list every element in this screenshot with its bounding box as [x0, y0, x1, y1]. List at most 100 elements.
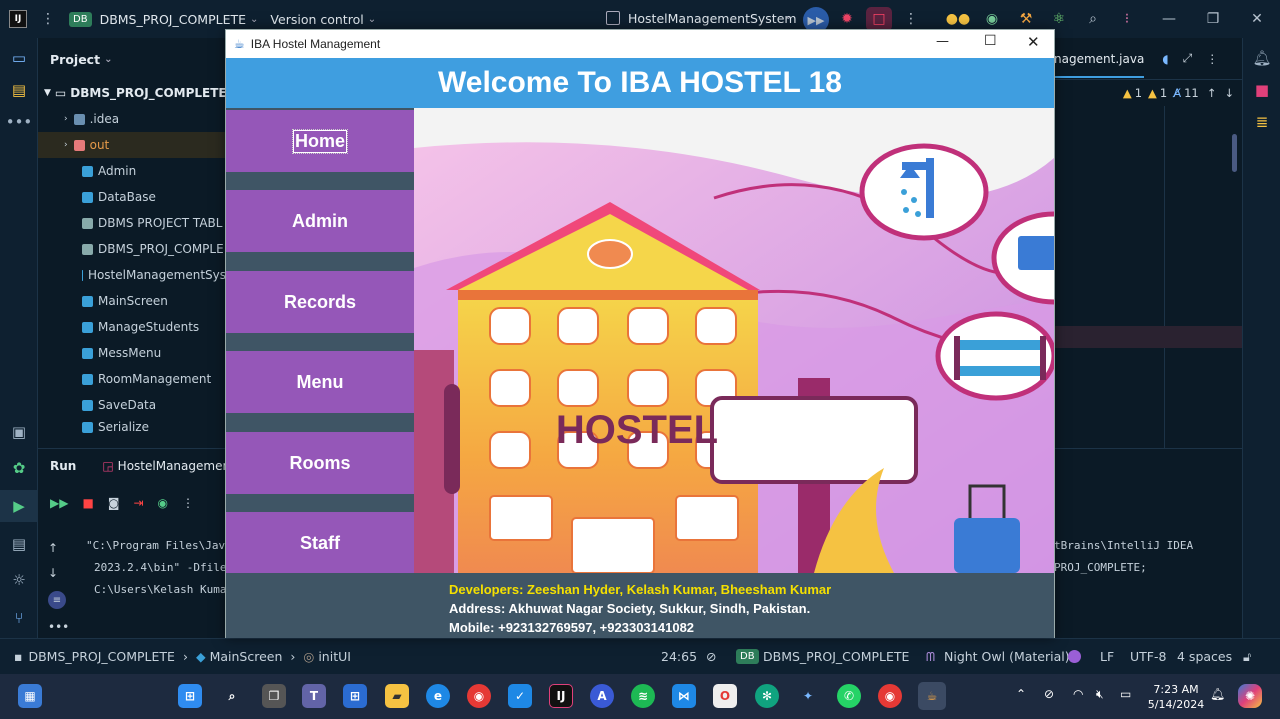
chrome-icon[interactable]: ◉: [467, 684, 491, 708]
battery-icon[interactable]: ▭: [1120, 687, 1131, 701]
more-icon[interactable]: ⋮: [1206, 52, 1218, 66]
weak-warning-icon[interactable]: ▲: [1148, 86, 1157, 100]
stop-icon[interactable]: ■: [82, 496, 93, 510]
chrome-icon[interactable]: ◉: [878, 684, 902, 708]
users-icon[interactable]: ●●: [946, 8, 970, 30]
structure-icon[interactable]: ▤: [0, 74, 38, 106]
nav-button-records[interactable]: Records: [226, 271, 414, 333]
app-store-icon[interactable]: A: [590, 684, 614, 708]
tab-options-icon[interactable]: ◖: [1162, 52, 1168, 66]
chevron-down-icon[interactable]: ⌄: [250, 14, 258, 25]
gear-icon[interactable]: ✿: [0, 452, 38, 484]
caret-position[interactable]: 24:65: [661, 649, 697, 664]
rerun-icon[interactable]: ▶▶: [50, 496, 68, 510]
more-icon[interactable]: •••: [0, 106, 38, 138]
expand-icon[interactable]: ⤢: [1183, 51, 1193, 66]
breadcrumb-class[interactable]: MainScreen: [210, 649, 283, 664]
breadcrumb-method[interactable]: initUI: [318, 649, 351, 664]
arrow-down-icon[interactable]: ↓: [48, 566, 69, 580]
tree-item-file[interactable]: DBMS PROJECT TABL: [38, 210, 226, 236]
arrow-up-icon[interactable]: ↑: [48, 541, 69, 555]
more-icon[interactable]: ⋮: [900, 8, 922, 30]
gemini-icon[interactable]: ✦: [796, 684, 820, 708]
teams-icon[interactable]: T: [302, 684, 326, 708]
folder-icon[interactable]: ▭: [0, 42, 38, 74]
run-tab[interactable]: ◲ HostelManagementS: [102, 459, 242, 473]
editor-tab[interactable]: nagement.java: [1054, 40, 1145, 78]
wifi-icon[interactable]: ◠: [1073, 687, 1083, 701]
notification-bell-icon[interactable]: 🔔︎: [1210, 687, 1225, 701]
pin-icon[interactable]: ◉: [158, 496, 168, 510]
arrow-up-icon[interactable]: ↑: [1207, 86, 1217, 100]
widgets-icon[interactable]: ▦: [18, 684, 42, 708]
app-titlebar[interactable]: ☕ IBA Hostel Management — ☐ ✕: [226, 30, 1054, 58]
debug-icon[interactable]: ✹: [836, 8, 858, 30]
tree-item-class[interactable]: DataBase: [38, 184, 226, 210]
indent-setting[interactable]: 4 spaces: [1177, 649, 1232, 664]
tree-item-class[interactable]: HostelManagementSys: [38, 262, 226, 288]
settings-icon[interactable]: ⁝: [1116, 8, 1138, 30]
close-icon[interactable]: ✕: [1027, 33, 1040, 51]
search-icon[interactable]: ⌕: [220, 684, 244, 708]
nav-button-staff[interactable]: Staff: [226, 512, 414, 574]
tree-item-class[interactable]: Admin: [38, 158, 226, 184]
office-icon[interactable]: O: [713, 684, 737, 708]
plugin-icon[interactable]: ■: [1243, 74, 1280, 106]
edge-icon[interactable]: e: [426, 684, 450, 708]
vscode-icon[interactable]: ⋈: [672, 684, 696, 708]
record-icon[interactable]: ◉: [981, 8, 1003, 30]
minimize-icon[interactable]: —: [936, 34, 949, 49]
nav-button-menu[interactable]: Menu: [226, 351, 414, 413]
tree-item-out[interactable]: › out: [38, 132, 226, 158]
database-icon[interactable]: ≣: [1243, 106, 1280, 138]
react-icon[interactable]: ⚛: [1048, 8, 1070, 30]
chevron-down-icon[interactable]: ⌄: [368, 14, 376, 25]
nav-button-admin[interactable]: Admin: [226, 190, 414, 252]
warning-icon[interactable]: ▲: [1123, 86, 1132, 100]
wrap-icon[interactable]: ≡: [48, 591, 66, 609]
tree-root[interactable]: ▼ ▭ DBMS_PROJ_COMPLETE: [38, 80, 227, 106]
spotify-icon[interactable]: ≋: [631, 684, 655, 708]
volume-mute-icon[interactable]: 🔇︎: [1096, 687, 1104, 702]
more-icon[interactable]: •••: [48, 620, 69, 634]
task-view-icon[interactable]: ❐: [262, 684, 286, 708]
problems-icon[interactable]: ☼: [0, 564, 38, 596]
status-project[interactable]: DBMS_PROJ_COMPLETE: [763, 649, 909, 664]
theme-name[interactable]: Night Owl (Material): [944, 649, 1070, 664]
tree-item-class[interactable]: ManageStudents: [38, 314, 226, 340]
whatsapp-icon[interactable]: ✆: [837, 684, 861, 708]
archive-icon[interactable]: ▣: [0, 416, 38, 448]
exit-icon[interactable]: ⇥: [133, 496, 143, 510]
maximize-icon[interactable]: ❐: [1202, 8, 1224, 30]
tree-item-class[interactable]: SaveData: [38, 392, 226, 418]
intellij-logo-icon[interactable]: IJ: [9, 10, 27, 28]
tree-item-file[interactable]: DBMS_PROJ_COMPLE: [38, 236, 226, 262]
nav-button-rooms[interactable]: Rooms: [226, 432, 414, 494]
line-separator[interactable]: LF: [1100, 649, 1114, 664]
run-config-selector[interactable]: HostelManagementSystem: [628, 11, 797, 26]
close-icon[interactable]: ✕: [1246, 8, 1268, 30]
chevron-down-icon[interactable]: ⌄: [104, 54, 112, 65]
store-icon[interactable]: ⊞: [343, 684, 367, 708]
tree-item-class[interactable]: Serialize: [38, 418, 226, 436]
search-icon[interactable]: ⌕: [1082, 8, 1104, 30]
git-icon[interactable]: ⑂: [0, 602, 38, 634]
java-app-icon[interactable]: ☕: [918, 682, 946, 710]
file-explorer-icon[interactable]: ▰: [385, 684, 409, 708]
typo-icon[interactable]: A̸: [1173, 86, 1181, 100]
tree-item-class[interactable]: RoomManagement: [38, 366, 226, 392]
more-icon[interactable]: ⋮: [182, 496, 194, 510]
chevron-up-icon[interactable]: ⌃: [1016, 687, 1026, 701]
minimize-icon[interactable]: —: [1158, 8, 1180, 30]
project-switcher[interactable]: DBMS_PROJ_COMPLETE: [100, 12, 246, 27]
project-panel-title[interactable]: Project: [50, 52, 100, 67]
clock-date[interactable]: 5/14/2024: [1146, 698, 1206, 711]
clock-time[interactable]: 7:23 AM: [1150, 683, 1202, 696]
run-icon[interactable]: ▶: [0, 490, 38, 522]
tree-item-class[interactable]: MessMenu: [38, 340, 226, 366]
nav-button-home[interactable]: Home: [226, 110, 414, 172]
stop-icon[interactable]: □: [866, 7, 892, 31]
vcs-menu[interactable]: Version control: [270, 12, 363, 27]
terminal-icon[interactable]: ▤: [0, 528, 38, 560]
no-edit-icon[interactable]: ⊘: [706, 649, 716, 664]
